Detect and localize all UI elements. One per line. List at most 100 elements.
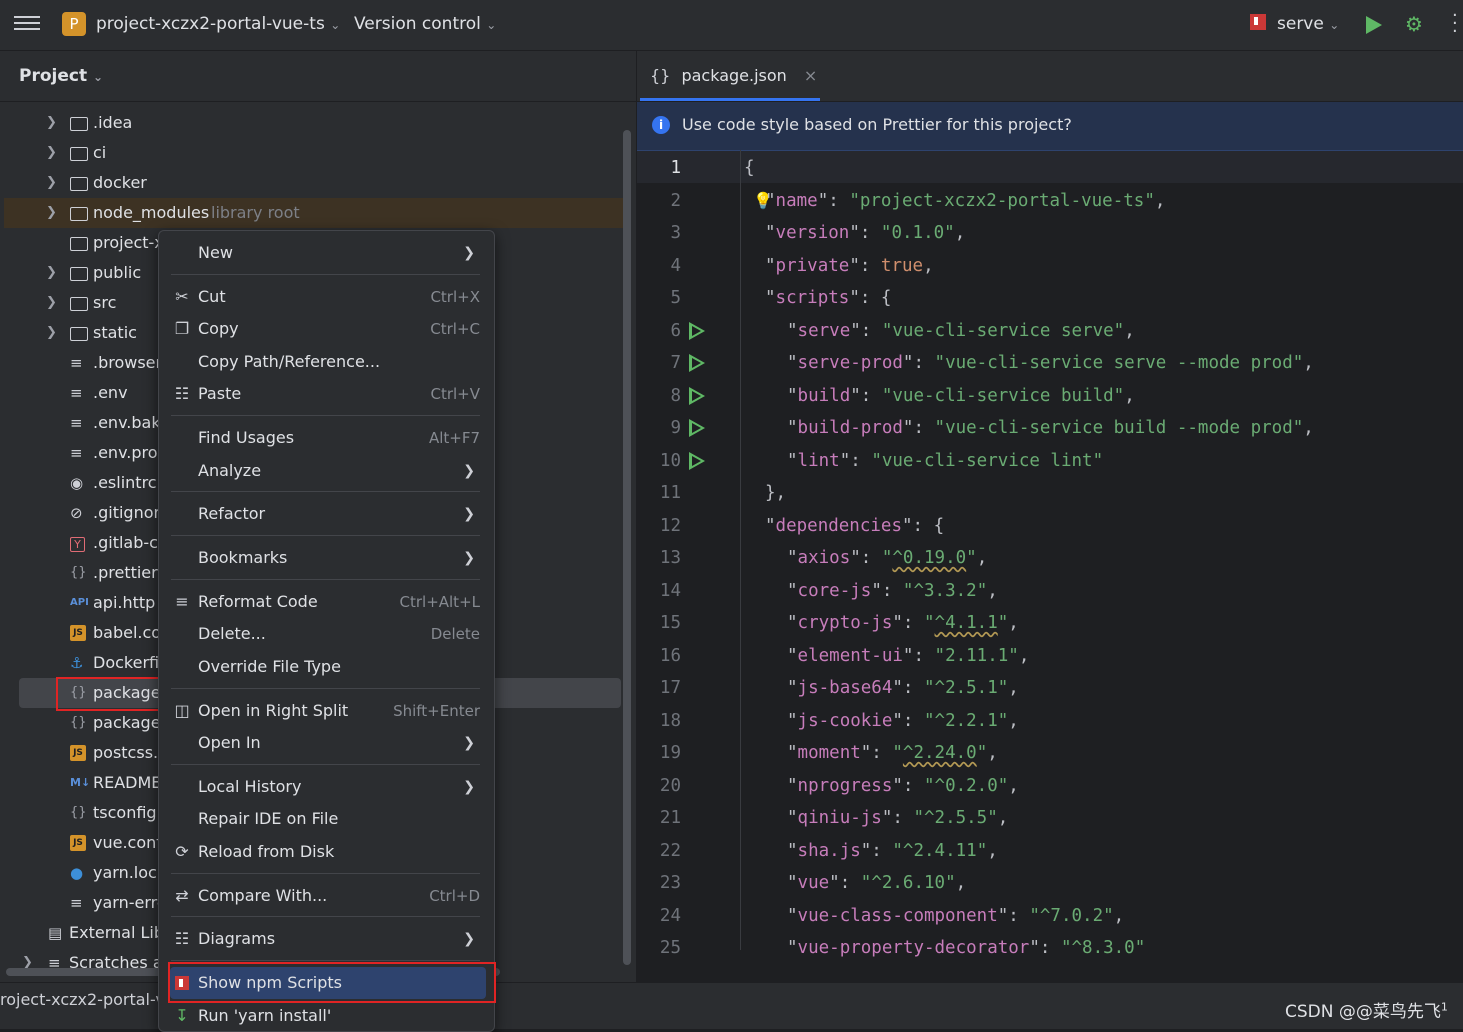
menu-item-compare-with[interactable]: ⇄ Compare With... Ctrl+D <box>158 880 493 912</box>
chevron-right-icon[interactable]: ❯ <box>46 198 57 228</box>
menu-separator <box>171 491 480 492</box>
menu-item-shortcut: Ctrl+X <box>430 288 480 306</box>
highlight-box <box>168 962 496 1003</box>
json-key: moment <box>797 743 861 763</box>
tree-item-label: .idea <box>93 113 133 132</box>
chevron-right-icon[interactable]: ❯ <box>46 138 57 168</box>
menu-item-paste[interactable]: ☷ Paste Ctrl+V <box>158 378 493 410</box>
scissors-icon: ✂ <box>175 287 189 306</box>
chevron-right-icon[interactable]: ❯ <box>46 318 57 348</box>
js-icon: JS <box>70 835 86 851</box>
main-menu-icon[interactable] <box>14 13 40 35</box>
run-script-icon[interactable] <box>689 321 705 340</box>
status-path[interactable]: roject-xczx2-portal-v <box>0 990 165 1009</box>
menu-item-open-in[interactable]: Open In ❯ <box>158 727 493 759</box>
json-value: 2.11.1 <box>945 645 1009 666</box>
menu-item-bookmarks[interactable]: Bookmarks ❯ <box>158 542 493 574</box>
menu-item-reload-from-disk[interactable]: ⟳ Reload from Disk <box>158 836 493 868</box>
menu-item-copy-path-reference[interactable]: Copy Path/Reference... <box>158 346 493 378</box>
json-key: vue-property-decorator <box>797 938 1030 958</box>
run-icon[interactable] <box>1366 16 1382 34</box>
code-line: 25 "vue-property-decorator": "^8.3.0" <box>637 932 1463 964</box>
tree-item-label: .gitignor <box>93 503 161 522</box>
menu-item-run-yarn-install[interactable]: ↧ Run 'yarn install' <box>158 1000 493 1032</box>
tree-item-label: ci <box>93 143 107 162</box>
run-script-icon[interactable] <box>689 451 705 470</box>
tree-item-label: package <box>93 713 161 732</box>
version-control-menu[interactable]: Version control ⌄ <box>354 14 496 34</box>
tree-item[interactable]: ❯ node_modules library root <box>4 198 630 228</box>
debug-icon[interactable]: ⚙ <box>1405 12 1423 36</box>
banner-text[interactable]: Use code style based on Prettier for thi… <box>682 115 1072 134</box>
tree-item-label: api.http <box>93 593 156 612</box>
more-options-icon[interactable]: · · · <box>1452 7 1458 41</box>
json-key: serve <box>797 320 851 341</box>
chevron-right-icon[interactable]: ❯ <box>46 108 57 138</box>
chevron-right-icon[interactable]: ❯ <box>46 168 57 198</box>
json-key: vue <box>797 873 830 893</box>
tree-item[interactable]: ❯ ci <box>0 138 630 168</box>
json-value: vue-cli-service serve <box>892 320 1114 341</box>
tree-item[interactable]: ❯ docker <box>0 168 630 198</box>
chevron-right-icon[interactable]: ❯ <box>46 258 57 288</box>
json-bool: true <box>880 255 924 276</box>
tree-item-label: README <box>93 773 162 792</box>
menu-item-refactor[interactable]: Refactor ❯ <box>158 498 493 530</box>
split-icon: ◫ <box>174 701 190 720</box>
chevron-right-icon: ❯ <box>463 506 475 522</box>
menu-item-label: Local History <box>198 777 302 796</box>
tab-label: package.json <box>681 66 787 85</box>
menu-item-find-usages[interactable]: Find Usages Alt+F7 <box>158 422 493 454</box>
json-value: ^2.24.0 <box>902 743 977 763</box>
menu-item-copy[interactable]: ❐ Copy Ctrl+C <box>158 313 493 345</box>
menu-item-cut[interactable]: ✂ Cut Ctrl+X <box>158 281 493 313</box>
text-file-icon: ≡ <box>70 384 83 402</box>
menu-item-open-in-right-split[interactable]: ◫ Open in Right Split Shift+Enter <box>158 695 493 727</box>
menu-item-shortcut: Alt+F7 <box>428 429 480 447</box>
json-key: nprogress <box>797 775 893 796</box>
menu-separator <box>171 579 480 580</box>
run-script-icon[interactable] <box>689 354 705 372</box>
menu-item-delete[interactable]: Delete... Delete <box>158 618 493 650</box>
menu-item-repair-ide-on-file[interactable]: Repair IDE on File <box>158 803 493 835</box>
json-key: crypto-js <box>797 613 893 633</box>
menu-item-label: Compare With... <box>198 886 328 905</box>
json-key: scripts <box>775 288 850 308</box>
tree-item-label: yarn.lock <box>93 863 167 882</box>
code-line: 12 "dependencies": { <box>637 510 1463 542</box>
tree-item-label: src <box>93 293 117 312</box>
menu-item-analyze[interactable]: Analyze ❯ <box>158 455 493 487</box>
line-number: 12 <box>659 515 681 536</box>
menu-item-shortcut: Shift+Enter <box>393 702 480 720</box>
json-key: build <box>797 385 851 406</box>
menu-item-new[interactable]: New ❯ <box>158 237 493 269</box>
json-value: ^0.2.0 <box>934 775 998 796</box>
menu-item-local-history[interactable]: Local History ❯ <box>158 771 493 803</box>
project-selector[interactable]: project-xczx2-portal-vue-ts ⌄ <box>96 14 340 34</box>
run-script-icon[interactable] <box>689 419 705 437</box>
close-icon[interactable]: × <box>804 66 817 85</box>
project-panel-header[interactable]: Project ⌄ <box>19 66 103 86</box>
menu-item-label: Paste <box>198 384 242 403</box>
menu-item-label: Reformat Code <box>198 592 318 611</box>
tree-item[interactable]: ❯ .idea <box>0 108 630 138</box>
paste-icon: ☷ <box>174 384 190 403</box>
chevron-right-icon: ❯ <box>463 735 475 751</box>
highlight-box <box>56 677 160 711</box>
tab-package-json[interactable]: {} package.json × <box>650 66 817 85</box>
json-value: vue-cli-service build --mode prod <box>945 418 1293 438</box>
project-badge-icon[interactable]: P <box>62 12 86 36</box>
tree-item-label: .prettierr <box>93 563 165 582</box>
code-line: 1{ <box>637 152 1463 184</box>
chevron-right-icon[interactable]: ❯ <box>46 288 57 318</box>
json-value: vue-cli-service serve --mode prod <box>945 353 1293 373</box>
tree-scrollbar[interactable] <box>623 130 631 965</box>
line-number: 2 <box>670 190 681 211</box>
menu-item-reformat-code[interactable]: ≡ Reformat Code Ctrl+Alt+L <box>158 586 493 618</box>
menu-item-override-file-type[interactable]: Override File Type <box>158 651 493 683</box>
run-script-icon[interactable] <box>689 386 705 405</box>
line-number: 22 <box>659 840 681 861</box>
menu-item-diagrams[interactable]: ☷ Diagrams ❯ <box>158 923 493 955</box>
run-config-selector[interactable]: serve ⌄ <box>1277 14 1339 34</box>
code-line: 18 "js-cookie": "^2.2.1", <box>637 705 1463 737</box>
